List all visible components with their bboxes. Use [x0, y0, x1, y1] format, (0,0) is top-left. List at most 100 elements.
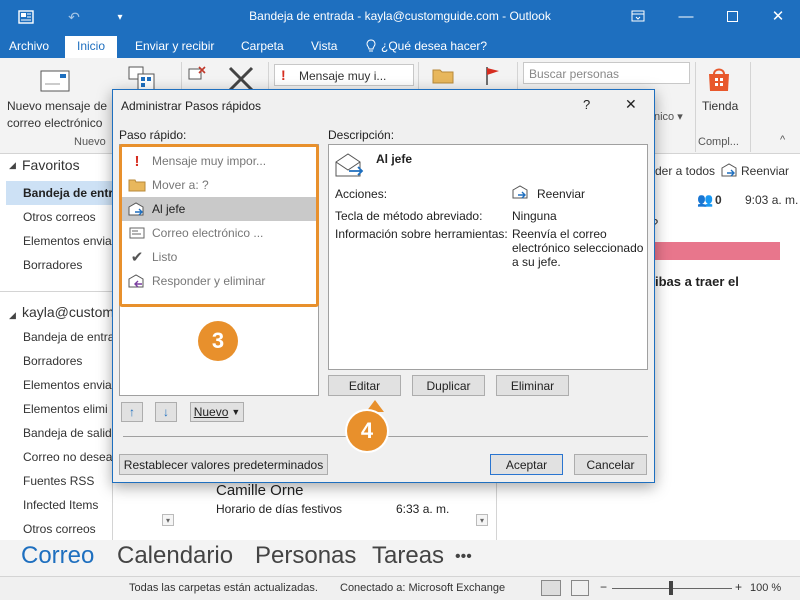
folder-item[interactable]: Elementos envia: [23, 234, 112, 248]
new-dropdown-button[interactable]: Nuevo ▼: [190, 402, 244, 422]
favorites-header[interactable]: Favoritos: [22, 157, 80, 173]
collapse-favorites-icon[interactable]: ◢: [9, 160, 16, 171]
message-body-text: ibas a traer el: [655, 274, 739, 289]
tooltip-value-line: Reenvía el correo: [512, 227, 607, 241]
minimize-button[interactable]: —: [664, 0, 708, 32]
new-button-label: Nuevo: [193, 405, 229, 419]
group-compl-label: Compl...: [698, 136, 739, 148]
new-email-label-2[interactable]: correo electrónico: [7, 115, 102, 132]
help-button[interactable]: ?: [583, 97, 590, 112]
ignore-icon[interactable]: [188, 66, 206, 85]
folder-item[interactable]: Infected Items: [23, 498, 98, 512]
ribbon-tabs: Archivo Inicio Enviar y recibir Carpeta …: [0, 36, 800, 58]
folder-item[interactable]: Elementos elimi: [23, 402, 108, 416]
message-subject[interactable]: Horario de días festivos: [216, 502, 342, 516]
ribbon-separator: [750, 62, 751, 152]
group-nuevo-label: Nuevo: [74, 136, 106, 148]
arrow-up-icon: ↑: [129, 405, 135, 419]
tab-inicio[interactable]: Inicio: [65, 36, 118, 58]
nav-correo[interactable]: Correo: [21, 542, 94, 570]
maximize-button[interactable]: [710, 0, 754, 32]
store-label[interactable]: Tienda: [702, 98, 738, 115]
tab-vista[interactable]: Vista: [311, 39, 337, 53]
folder-item[interactable]: Otros correos: [23, 210, 96, 224]
scroll-down-icon[interactable]: ▾: [162, 514, 174, 526]
tooltip-value-line: electrónico seleccionado: [512, 241, 644, 255]
nav-more-icon[interactable]: •••: [455, 548, 472, 566]
move-down-button[interactable]: ↓: [155, 402, 177, 422]
lightbulb-icon: [366, 39, 376, 56]
quick-step-preview-label: Mensaje muy i...: [299, 69, 387, 83]
reset-defaults-button[interactable]: Restablecer valores predeterminados: [119, 454, 328, 475]
people-count: 0: [715, 193, 722, 207]
close-dialog-button[interactable]: ✕: [625, 96, 637, 113]
accept-button[interactable]: Aceptar: [490, 454, 563, 475]
duplicate-button[interactable]: Duplicar: [412, 375, 485, 396]
folder-item[interactable]: Borradores: [23, 354, 82, 368]
people-icon: 👥: [697, 192, 714, 207]
search-people-placeholder: Buscar personas: [529, 67, 620, 81]
close-window-button[interactable]: ✕: [756, 0, 800, 32]
folder-item[interactable]: Bandeja de salid: [23, 426, 112, 440]
callout-badge-3: 3: [198, 321, 238, 361]
highlight-bar: [655, 242, 780, 260]
connection-status: Conectado a: Microsoft Exchange: [340, 582, 506, 594]
store-icon[interactable]: [707, 66, 731, 95]
reading-view-icon[interactable]: [571, 580, 589, 596]
folder-item[interactable]: Fuentes RSS: [23, 474, 94, 488]
tell-me-search[interactable]: ¿Qué desea hacer?: [381, 39, 487, 53]
scroll-down-icon[interactable]: ▾: [476, 514, 488, 526]
reply-all-button[interactable]: der a todos: [655, 164, 715, 178]
address-book-dropdown-icon[interactable]: nico ▾: [654, 110, 683, 123]
account-header[interactable]: kayla@custom: [22, 304, 112, 320]
message-time: 9:03 a. m.: [745, 193, 799, 207]
zoom-level: 100 %: [750, 582, 782, 594]
callout-badge-4: 4: [347, 411, 387, 451]
edit-button[interactable]: Editar: [328, 375, 401, 396]
nav-personas[interactable]: Personas: [255, 542, 356, 570]
ribbon-display-options-icon[interactable]: [616, 0, 660, 32]
quick-step-label: Paso rápido:: [119, 128, 187, 142]
quick-steps-gallery[interactable]: ! Mensaje muy i...: [274, 64, 414, 86]
new-email-icon: [40, 70, 70, 95]
shortcut-value: Ninguna: [512, 209, 557, 223]
status-text: Todas las carpetas están actualizadas.: [129, 582, 318, 594]
folder-item[interactable]: Otros correos: [23, 522, 96, 536]
description-title: Al jefe: [376, 152, 413, 166]
dialog-title: Administrar Pasos rápidos: [121, 99, 262, 113]
forward-button[interactable]: Reenviar: [741, 164, 789, 178]
move-up-button[interactable]: ↑: [121, 402, 143, 422]
shortcut-label: Tecla de método abreviado:: [335, 209, 483, 223]
delete-button[interactable]: Eliminar: [496, 375, 569, 396]
collapse-account-icon[interactable]: ◢: [9, 310, 16, 321]
folder-item[interactable]: Correo no desea: [23, 450, 112, 464]
new-email-label-1[interactable]: Nuevo mensaje de: [7, 98, 107, 115]
zoom-slider-thumb[interactable]: [669, 581, 673, 595]
tab-enviar-recibir[interactable]: Enviar y recibir: [135, 39, 214, 53]
zoom-in-icon[interactable]: +: [735, 580, 742, 594]
description-panel: Al jefe Acciones: Reenviar Tecla de méto…: [328, 144, 648, 370]
move-icon[interactable]: [432, 66, 454, 87]
forward-icon[interactable]: [721, 163, 737, 180]
flag-icon[interactable]: [484, 66, 502, 89]
collapse-ribbon-icon[interactable]: ^: [780, 134, 785, 146]
nav-calendario[interactable]: Calendario: [117, 542, 233, 570]
search-people-input[interactable]: Buscar personas: [523, 62, 690, 84]
folder-pane: ◢ Favoritos Bandeja de entr Otros correo…: [0, 154, 113, 540]
zoom-out-icon[interactable]: −: [600, 580, 607, 594]
folder-item[interactable]: Bandeja de entra: [23, 330, 112, 344]
envelope-forward-icon: [335, 153, 365, 180]
folder-item[interactable]: Bandeja de entr: [23, 186, 112, 200]
message-sender[interactable]: Camille Orne: [216, 482, 304, 499]
cancel-button[interactable]: Cancelar: [574, 454, 647, 475]
normal-view-icon[interactable]: [541, 580, 561, 596]
tab-archivo[interactable]: Archivo: [9, 39, 49, 53]
nav-tareas[interactable]: Tareas: [372, 542, 444, 570]
folder-item[interactable]: Elementos envia: [23, 378, 112, 392]
folder-item[interactable]: Borradores: [23, 258, 82, 272]
arrow-down-icon: ↓: [163, 405, 169, 419]
callout-highlight-box: [119, 144, 319, 307]
tab-carpeta[interactable]: Carpeta: [241, 39, 284, 53]
tooltip-value-line: a su jefe.: [512, 255, 561, 269]
actions-label: Acciones:: [335, 187, 388, 201]
